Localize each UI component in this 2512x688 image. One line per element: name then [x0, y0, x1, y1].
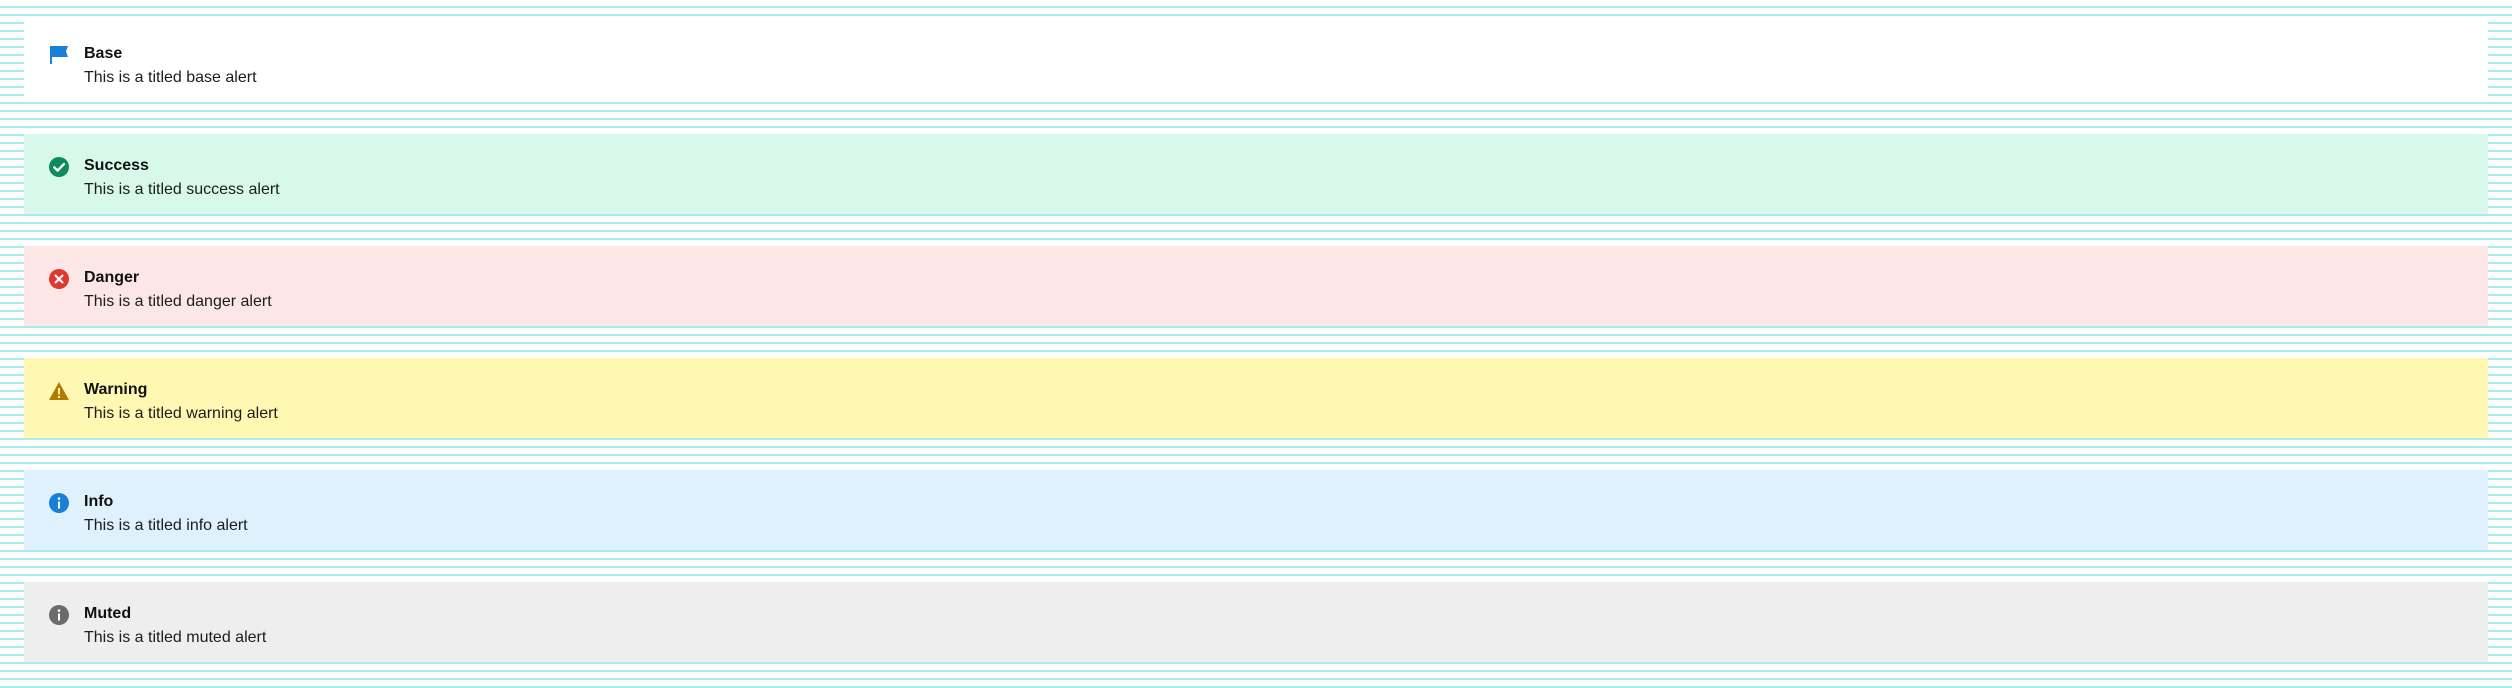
- check-circle-icon: [49, 157, 69, 177]
- x-circle-icon: [49, 269, 69, 289]
- alert-title: Base: [84, 45, 123, 62]
- flag-icon: [50, 46, 68, 64]
- alert-title: Success: [84, 157, 149, 174]
- alert-message: This is a titled muted alert: [84, 629, 267, 646]
- alert-danger: Danger This is a titled danger alert: [24, 246, 2488, 326]
- alert-message: This is a titled info alert: [84, 517, 248, 534]
- alert-message: This is a titled warning alert: [84, 405, 278, 422]
- alert-message: This is a titled base alert: [84, 69, 257, 86]
- alert-warning: Warning This is a titled warning alert: [24, 358, 2488, 438]
- alert-title: Warning: [84, 381, 148, 398]
- warning-triangle-icon: [49, 382, 69, 400]
- alert-title: Danger: [84, 269, 140, 286]
- alert-base: Base This is a titled base alert: [24, 22, 2488, 102]
- info-circle-icon: [49, 493, 69, 513]
- alert-message: This is a titled success alert: [84, 181, 280, 198]
- alert-info: Info This is a titled info alert: [24, 470, 2488, 550]
- info-circle-icon: [49, 605, 69, 625]
- alert-message: This is a titled danger alert: [84, 293, 272, 310]
- alert-muted: Muted This is a titled muted alert: [24, 582, 2488, 662]
- alert-success: Success This is a titled success alert: [24, 134, 2488, 214]
- alert-title: Muted: [84, 605, 132, 622]
- alert-title: Info: [84, 493, 114, 510]
